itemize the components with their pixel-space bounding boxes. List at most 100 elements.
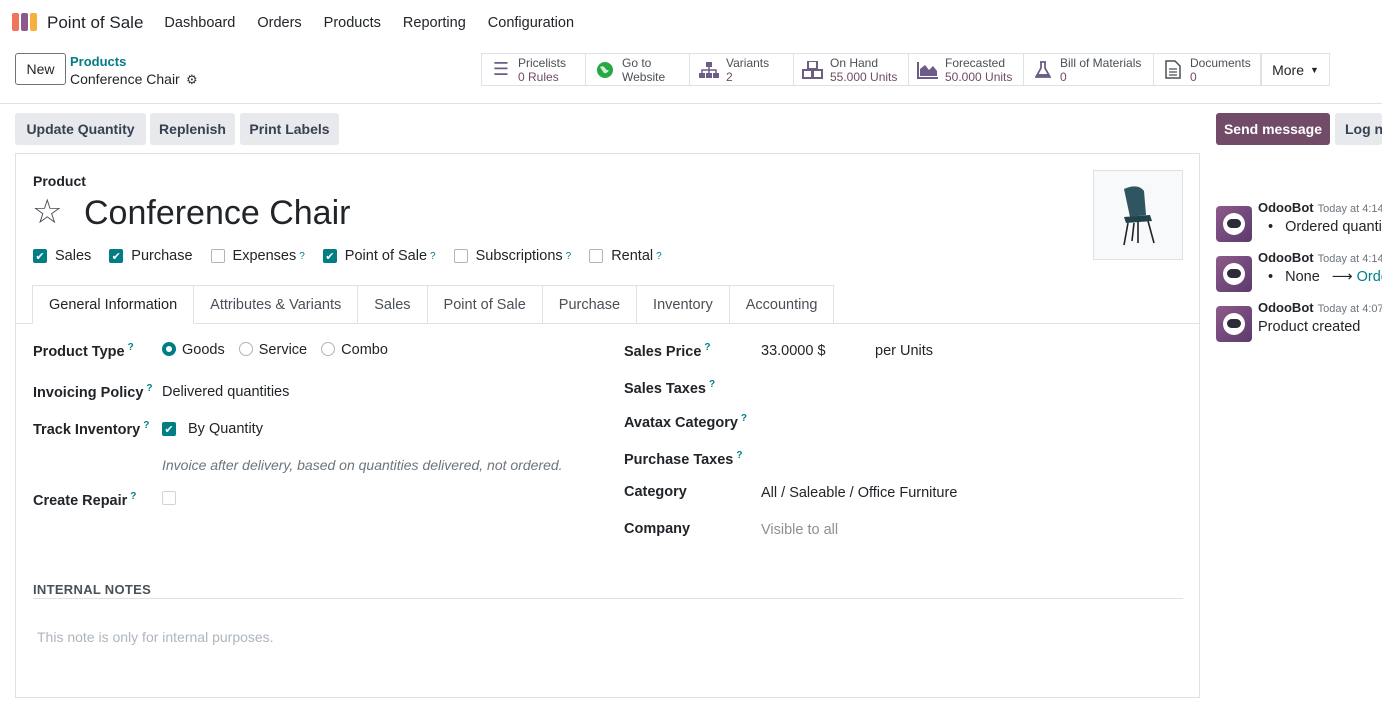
message-body: • Ordered quantity (1268, 219, 1382, 235)
new-button[interactable]: New (15, 53, 66, 85)
message-author: OdooBotToday at 4:14 PM (1258, 250, 1382, 265)
avatar[interactable] (1216, 206, 1252, 242)
flag-sales[interactable]: ✔ Sales (33, 248, 91, 264)
radio-label: Goods (182, 342, 225, 358)
menu-products[interactable]: Products (313, 15, 392, 31)
smart-value: 2 (726, 69, 733, 84)
smart-title: Pricelists (518, 55, 567, 70)
help-tooltip[interactable]: ? (656, 251, 662, 262)
print-labels-button[interactable]: Print Labels (240, 113, 339, 145)
chatter-message: OdooBotToday at 4:14 PM • Ordered quanti… (1216, 200, 1382, 246)
radio-service[interactable]: Service (238, 342, 307, 358)
flag-label: Subscriptions (475, 248, 563, 264)
smart-title: Documents (1190, 55, 1251, 70)
invoicing-policy-select[interactable]: Delivered quantities (162, 384, 289, 400)
internal-notes-editor[interactable]: This note is only for internal purposes. (37, 629, 274, 645)
sales-price-label: Sales Price? (624, 342, 711, 360)
more-button[interactable]: More ▼ (1261, 53, 1330, 86)
smart-title: On Hand (830, 55, 879, 70)
create-repair-checkbox[interactable] (162, 491, 176, 505)
replenish-button[interactable]: Replenish (150, 113, 235, 145)
message-time: Today at 4:07 PM (1317, 303, 1382, 315)
product-label: Product (33, 173, 86, 189)
product-flags: ✔ Sales ✔ Purchase Expenses? ✔ Point of Sal… (33, 248, 680, 264)
gear-icon[interactable]: ⚙ (186, 72, 198, 88)
flag-purchase[interactable]: ✔ Purchase (109, 248, 193, 264)
tab-accounting[interactable]: Accounting (729, 285, 835, 324)
flag-label: Sales (55, 248, 92, 264)
checkbox[interactable] (210, 249, 225, 263)
checkbox[interactable] (589, 249, 604, 263)
smart-button-website[interactable]: Go to Website (585, 53, 690, 86)
file-icon (1162, 59, 1184, 81)
update-quantity-button[interactable]: Update Quantity (15, 113, 146, 145)
tab-point-of-sale[interactable]: Point of Sale (427, 285, 543, 324)
track-by-select[interactable]: By Quantity (188, 421, 263, 437)
smart-button-on-hand[interactable]: On Hand 55.000 Units (793, 53, 909, 86)
tab-purchase[interactable]: Purchase (542, 285, 638, 324)
help-tooltip[interactable]: ? (566, 251, 572, 262)
smart-button-forecasted[interactable]: Forecasted 50.000 Units (908, 53, 1024, 86)
tab-sales[interactable]: Sales (358, 285, 428, 324)
sales-price-input[interactable]: 33.0000 $ (761, 343, 826, 359)
label-text: Sales Taxes (624, 380, 706, 397)
menu-configuration[interactable]: Configuration (477, 15, 585, 31)
tab-inventory[interactable]: Inventory (637, 285, 730, 324)
category-input[interactable]: All / Saleable / Office Furniture (761, 485, 957, 501)
radio[interactable] (321, 342, 336, 356)
checkbox[interactable] (453, 249, 468, 263)
avatax-category-input[interactable] (761, 413, 1181, 433)
help-tooltip[interactable]: ? (299, 251, 305, 262)
product-image[interactable] (1093, 170, 1183, 260)
smart-button-variants[interactable]: Variants 2 (689, 53, 794, 86)
smart-button-pricelists[interactable]: ☰ Pricelists 0 Rules (481, 53, 586, 86)
avatar[interactable] (1216, 306, 1252, 342)
tab-general-information[interactable]: General Information (32, 285, 195, 324)
author-name: OdooBot (1258, 250, 1314, 265)
help-tooltip[interactable]: ? (146, 383, 152, 394)
product-title[interactable]: Conference Chair (84, 194, 350, 233)
radio-selected[interactable] (162, 342, 176, 356)
menu-dashboard[interactable]: Dashboard (153, 15, 246, 31)
menu-orders[interactable]: Orders (246, 15, 312, 31)
help-tooltip[interactable]: ? (128, 342, 134, 353)
breadcrumb-parent[interactable]: Products (70, 54, 126, 69)
radio-label: Combo (341, 342, 388, 358)
author-name: OdooBot (1258, 300, 1314, 315)
smart-button-documents[interactable]: Documents 0 (1153, 53, 1261, 86)
checkbox-checked[interactable]: ✔ (33, 249, 47, 263)
checkbox-checked[interactable]: ✔ (322, 249, 337, 263)
app-name[interactable]: Point of Sale (47, 13, 143, 33)
company-input[interactable]: Visible to all (761, 522, 838, 538)
help-tooltip[interactable]: ? (130, 491, 136, 502)
flag-subscriptions[interactable]: Subscriptions? (453, 248, 572, 264)
help-tooltip[interactable]: ? (709, 379, 715, 390)
help-tooltip[interactable]: ? (704, 342, 710, 353)
radio[interactable] (238, 342, 253, 356)
radio-goods[interactable]: Goods (162, 342, 225, 358)
avatar[interactable] (1216, 256, 1252, 292)
invoicing-hint: Invoice after delivery, based on quantit… (162, 457, 563, 473)
help-tooltip[interactable]: ? (736, 450, 742, 461)
flag-expenses[interactable]: Expenses? (210, 248, 305, 264)
star-icon[interactable]: ☆ (32, 192, 62, 232)
help-tooltip[interactable]: ? (741, 413, 747, 424)
track-inventory-checkbox[interactable]: ✔ (162, 422, 176, 436)
log-note-button[interactable]: Log note (1335, 113, 1382, 145)
arrow-right-icon: ⟶ (1331, 269, 1353, 285)
sales-taxes-input[interactable] (761, 379, 1181, 399)
help-tooltip[interactable]: ? (143, 420, 149, 431)
checkbox-checked[interactable]: ✔ (109, 249, 124, 263)
send-message-button[interactable]: Send message (1216, 113, 1330, 145)
help-tooltip[interactable]: ? (430, 251, 436, 262)
purchase-taxes-input[interactable] (761, 450, 1181, 470)
label-text: Create Repair (33, 492, 128, 509)
smart-title: Variants (726, 55, 770, 70)
smart-button-bom[interactable]: Bill of Materials 0 (1023, 53, 1154, 86)
flag-rental[interactable]: Rental? (589, 248, 662, 264)
flag-point-of-sale[interactable]: ✔ Point of Sale? (322, 248, 436, 264)
app-logo-icon[interactable] (12, 12, 39, 33)
tab-attributes-variants[interactable]: Attributes & Variants (194, 285, 359, 324)
menu-reporting[interactable]: Reporting (392, 15, 477, 31)
radio-combo[interactable]: Combo (321, 342, 388, 358)
